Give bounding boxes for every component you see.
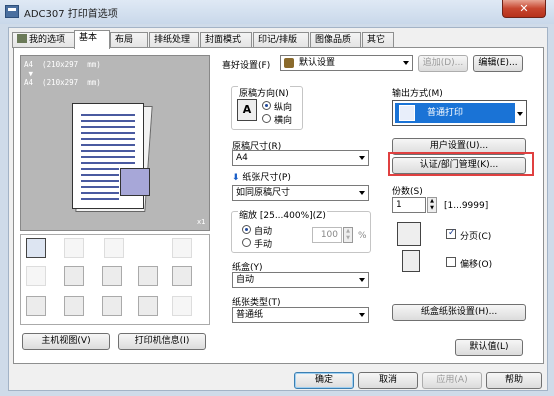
chevron-down-icon [359, 313, 365, 317]
ok-button[interactable]: 确定 [294, 372, 354, 389]
host-view-button[interactable]: 主机视图(V) [22, 333, 110, 350]
group-icon[interactable] [102, 296, 122, 316]
favorite-select[interactable]: 默认设置 [280, 55, 413, 71]
staple-icon [64, 238, 84, 258]
text-line [81, 198, 119, 200]
paper-type-select[interactable]: 普通纸 [232, 307, 369, 323]
text-line [81, 132, 135, 134]
text-line [81, 186, 119, 188]
favorite-label: 喜好设置(F) [222, 61, 271, 71]
printer-info-button[interactable]: 打印机信息(I) [118, 333, 206, 350]
text-line [81, 162, 135, 164]
text-line [81, 156, 135, 158]
multi-page-icon[interactable] [64, 266, 84, 286]
copies-spinner[interactable]: ▲ ▼ [427, 197, 437, 213]
output-method-label: 输出方式(M) [392, 89, 443, 99]
edit-favorite-button[interactable]: 编辑(E)... [473, 55, 523, 72]
text-line [81, 114, 135, 116]
text-overlay-icon[interactable] [102, 266, 122, 286]
portrait-label: 纵向 [274, 103, 293, 113]
orientation-label: 原稿方向(N) [238, 86, 290, 99]
zoom-auto-radio[interactable] [242, 225, 251, 234]
help-button[interactable]: 帮助 [486, 372, 542, 389]
defaults-button[interactable]: 默认值(L) [455, 339, 523, 356]
text-line [81, 150, 135, 152]
zoom-label: 缩放 [25...400%](Z) [238, 208, 327, 221]
normal-print-icon[interactable] [26, 238, 46, 258]
arrow-down-icon: ⬇ [232, 173, 240, 183]
tab-basic[interactable]: 基本 [74, 30, 110, 49]
collate-checkbox[interactable] [446, 228, 456, 239]
copies-range: [1...9999] [444, 201, 489, 211]
booklet-icon [104, 238, 124, 258]
fold-icon [172, 238, 192, 258]
zoom-auto-label: 自动 [254, 227, 273, 237]
landscape-radio[interactable] [262, 114, 271, 123]
booklet-layout-icon[interactable] [138, 266, 158, 286]
text-line [81, 168, 119, 170]
zoom-manual-radio[interactable] [242, 238, 251, 247]
tab-image-quality[interactable]: 图像品质 [310, 32, 361, 48]
offset-checkbox[interactable] [446, 257, 456, 267]
paper-size-label: ⬇ 纸张尺寸(P) [232, 173, 291, 183]
portrait-radio[interactable] [262, 101, 271, 110]
text-line [81, 126, 135, 128]
watermark-icon[interactable] [172, 266, 192, 286]
chevron-down-icon [359, 191, 365, 195]
copies-label: 份数(S) [392, 187, 423, 197]
text-line [81, 138, 135, 140]
original-size-select[interactable]: A4 [232, 150, 369, 166]
tray-select[interactable]: 自动 [232, 272, 369, 288]
text-line [81, 174, 119, 176]
tab-stamp-layout[interactable]: 印记/排版 [253, 32, 309, 48]
paper-tray-settings-button[interactable]: 纸盒纸张设置(H)... [392, 304, 526, 321]
layout-icon [26, 266, 46, 286]
offset-icon [402, 250, 420, 272]
zoom-spinner[interactable]: ▲ ▼ [343, 227, 353, 243]
star-icon [284, 58, 294, 68]
collate-label: 分页(C) [460, 232, 492, 242]
tab-other[interactable]: 其它 [362, 32, 394, 48]
chevron-down-icon [359, 278, 365, 282]
text-line [81, 180, 119, 182]
zoom-value-input[interactable]: 100 [312, 227, 342, 243]
page-fold-marker [120, 168, 150, 196]
chevron-down-icon [359, 156, 365, 160]
user-icon [17, 34, 27, 43]
window-title: ADC307 打印首选项 [24, 9, 118, 20]
preview-zoom-label: x1 [197, 218, 206, 226]
close-button[interactable]: ✕ [502, 0, 546, 18]
apply-button[interactable]: 应用(A) [422, 372, 482, 389]
tab-cover-mode[interactable]: 封面模式 [200, 32, 252, 48]
cover-icon [172, 296, 192, 316]
text-line [81, 120, 135, 122]
print-icon [399, 105, 415, 121]
paper-size-select[interactable]: 如同原稿尺寸 [232, 185, 369, 201]
collate-icon [397, 222, 421, 246]
tab-my-options[interactable]: 我的选项 [12, 32, 75, 48]
copies-input[interactable]: 1 [392, 197, 426, 213]
add-favorite-button[interactable]: 追加(D)... [418, 55, 468, 72]
preview-size-info: A4 (210x297 mm) ▼ A4 (210x297 mm) [24, 60, 101, 87]
offset-label: 偏移(O) [460, 260, 493, 270]
text-line [81, 192, 119, 194]
document-icon[interactable] [26, 296, 46, 316]
chevron-down-icon [403, 61, 409, 65]
zoom-unit: % [358, 231, 367, 241]
chevron-down-icon [517, 112, 523, 116]
tab-layout[interactable]: 布局 [110, 32, 148, 48]
tab-finishing[interactable]: 排纸处理 [149, 32, 199, 48]
printer-app-icon [5, 5, 19, 18]
copy-icon[interactable] [138, 296, 158, 316]
text-line [81, 144, 135, 146]
cancel-button[interactable]: 取消 [358, 372, 418, 389]
portrait-a-icon: A [237, 99, 257, 121]
output-method-select[interactable]: 普通打印 [392, 100, 527, 126]
zoom-manual-label: 手动 [254, 240, 273, 250]
landscape-label: 横向 [274, 116, 293, 126]
user-auth-icon[interactable] [64, 296, 84, 316]
highlight-box [388, 152, 534, 176]
